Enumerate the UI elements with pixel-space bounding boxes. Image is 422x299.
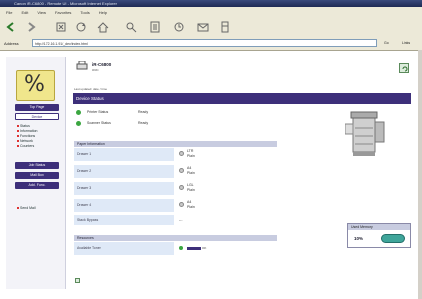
mail-icon[interactable] bbox=[196, 20, 210, 34]
history-icon[interactable] bbox=[172, 20, 186, 34]
device-tab[interactable]: Device bbox=[15, 113, 59, 120]
resources-header: Resources bbox=[74, 235, 277, 241]
nav-link-status[interactable]: Status bbox=[17, 124, 30, 128]
print-icon[interactable] bbox=[218, 20, 232, 34]
used-memory-title: Used Memory bbox=[348, 224, 410, 230]
search-icon[interactable] bbox=[124, 20, 138, 34]
nav-job-status[interactable]: Job Status bbox=[15, 162, 59, 169]
drawer-1-icon bbox=[179, 151, 184, 156]
address-label: Address bbox=[4, 41, 19, 46]
menu-edit[interactable]: Edit bbox=[21, 10, 28, 15]
refresh-page-icon[interactable] bbox=[399, 63, 409, 73]
nav-link-counters[interactable]: Counters bbox=[17, 144, 34, 148]
nav-add-func[interactable]: Add. Func. bbox=[15, 182, 59, 189]
device-name: iR-C6800 bbox=[92, 62, 112, 67]
printer-status-value: Ready bbox=[138, 110, 149, 114]
refresh-icon[interactable] bbox=[74, 20, 88, 34]
nav-link-network[interactable]: Network bbox=[17, 139, 33, 143]
page-top-icon[interactable] bbox=[75, 278, 80, 283]
favorites-icon[interactable] bbox=[148, 20, 162, 34]
window-titlebar: Canon iR-C6800 - Remote UI - Microsoft I… bbox=[0, 0, 422, 7]
toner-level-bar bbox=[187, 247, 201, 250]
menu-file[interactable]: File bbox=[6, 10, 12, 15]
back-icon[interactable] bbox=[4, 20, 18, 34]
drawer-3-icon bbox=[179, 185, 184, 190]
used-memory-value: 10% bbox=[354, 236, 364, 241]
used-memory-panel: Used Memory 10% bbox=[347, 223, 411, 248]
forward-icon[interactable] bbox=[24, 20, 38, 34]
drawer-2-size: A4 bbox=[187, 166, 192, 170]
drawer-3-label: Drawer 3 bbox=[74, 182, 174, 195]
printer-status-label: Printer Status bbox=[87, 110, 109, 114]
address-input[interactable]: http://172.16.1.91/_dev/index.html bbox=[32, 39, 377, 47]
links-button[interactable]: Links bbox=[402, 39, 418, 47]
go-button[interactable]: Go bbox=[384, 39, 398, 47]
nav-link-send-mail[interactable]: Send Mail bbox=[17, 206, 36, 210]
menu-favorites[interactable]: Favorites bbox=[55, 10, 71, 15]
drawer-3-size: LGL bbox=[187, 183, 194, 187]
toolbar bbox=[0, 17, 422, 38]
drawer-4-size: A4 bbox=[187, 200, 192, 204]
stack-bypass-value: --- bbox=[179, 218, 183, 222]
window-title: Canon iR-C6800 - Remote UI - Microsoft I… bbox=[14, 1, 117, 6]
stop-icon[interactable] bbox=[54, 20, 68, 34]
menu-view[interactable]: View bbox=[37, 10, 46, 15]
paper-info-header: Paper Information bbox=[74, 141, 277, 147]
drawer-1-size: LTR bbox=[187, 149, 194, 153]
breadcrumb: Last updated: date / time bbox=[74, 87, 108, 91]
nav-link-information[interactable]: Information bbox=[17, 129, 38, 133]
scanner-status-label: Scanner Status bbox=[87, 121, 111, 125]
drawer-4-label: Drawer 4 bbox=[74, 199, 174, 212]
printer-icon bbox=[76, 60, 88, 71]
stack-bypass-label: Stack Bypass bbox=[74, 215, 174, 225]
drawer-1-label: Drawer 1 bbox=[74, 148, 174, 161]
used-memory-gauge bbox=[381, 234, 405, 243]
drawer-2-type: Plain bbox=[187, 171, 195, 175]
address-bar: Address http://172.16.1.91/_dev/index.ht… bbox=[0, 37, 422, 51]
device-subtitle: iR3C bbox=[92, 68, 99, 72]
nav-link-functions[interactable]: Functions bbox=[17, 134, 35, 138]
drawer-1-type: Plain bbox=[187, 154, 195, 158]
browser-status-bar bbox=[0, 289, 418, 299]
scanner-status-icon bbox=[76, 121, 81, 126]
drawer-2-icon bbox=[179, 168, 184, 173]
printer-status-icon bbox=[76, 110, 81, 115]
top-page-button[interactable]: Top Page bbox=[15, 104, 59, 111]
menu-tools[interactable]: Tools bbox=[80, 10, 89, 15]
nav-mail-box[interactable]: Mail Box bbox=[15, 172, 59, 179]
device-image bbox=[344, 108, 387, 160]
toner-status-icon bbox=[179, 246, 183, 250]
drawer-2-label: Drawer 2 bbox=[74, 165, 174, 178]
drawer-4-icon bbox=[179, 202, 184, 207]
drawer-3-type: Plain bbox=[187, 188, 195, 192]
device-logo-icon: % bbox=[16, 70, 55, 101]
available-toner-label: Available Toner bbox=[74, 242, 174, 255]
window-frame bbox=[418, 50, 422, 299]
scanner-status-value: Ready bbox=[138, 121, 149, 125]
drawer-4-type: Plain bbox=[187, 205, 195, 209]
page-title: Device Status bbox=[73, 93, 411, 104]
home-icon[interactable] bbox=[96, 20, 110, 34]
menu-help[interactable]: Help bbox=[99, 10, 107, 15]
toner-value: OK bbox=[202, 246, 207, 250]
